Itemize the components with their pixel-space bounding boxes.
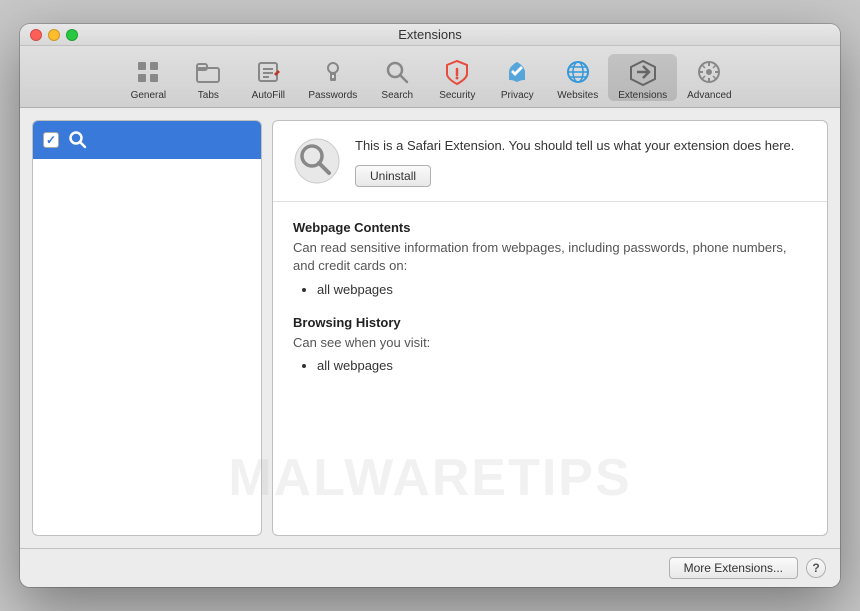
permission-list-item: all webpages (317, 358, 807, 373)
passwords-label: Passwords (308, 90, 357, 101)
extensions-icon (627, 56, 659, 88)
footer-bar: More Extensions... ? (20, 548, 840, 587)
close-button[interactable] (30, 29, 42, 41)
toolbar-item-advanced[interactable]: Advanced (677, 54, 741, 101)
ext-big-icon (293, 137, 341, 185)
advanced-icon (693, 56, 725, 88)
window-title: Extensions (398, 27, 462, 42)
toolbar: General Tabs (20, 46, 840, 108)
more-extensions-button[interactable]: More Extensions... (669, 557, 798, 579)
privacy-label: Privacy (501, 90, 534, 101)
permission-list-item: all webpages (317, 282, 807, 297)
traffic-lights (30, 29, 78, 41)
tabs-label: Tabs (198, 90, 219, 101)
toolbar-icons: General Tabs (118, 54, 741, 101)
search-label: Search (381, 90, 413, 101)
toolbar-item-privacy[interactable]: Privacy (487, 54, 547, 101)
advanced-label: Advanced (687, 90, 731, 101)
permission-list-history: all webpages (293, 358, 807, 373)
passwords-icon (317, 56, 349, 88)
permission-section-webpage: Webpage Contents Can read sensitive info… (293, 220, 807, 296)
minimize-button[interactable] (48, 29, 60, 41)
extensions-label: Extensions (618, 90, 667, 101)
toolbar-item-search[interactable]: Search (367, 54, 427, 101)
toolbar-item-passwords[interactable]: Passwords (298, 54, 367, 101)
toolbar-item-websites[interactable]: Websites (547, 54, 608, 101)
search-icon (381, 56, 413, 88)
websites-icon (562, 56, 594, 88)
websites-label: Websites (557, 90, 598, 101)
main-panel: This is a Safari Extension. You should t… (272, 120, 828, 536)
sidebar-item-search-ext[interactable]: ✓ (33, 121, 261, 159)
security-label: Security (439, 90, 475, 101)
autofill-icon (252, 56, 284, 88)
maximize-button[interactable] (66, 29, 78, 41)
uninstall-button[interactable]: Uninstall (355, 165, 431, 187)
safari-preferences-window: Extensions General (20, 24, 840, 587)
ext-description: This is a Safari Extension. You should t… (355, 137, 807, 155)
tabs-icon (192, 56, 224, 88)
toolbar-item-tabs[interactable]: Tabs (178, 54, 238, 101)
permission-section-history: Browsing History Can see when you visit:… (293, 315, 807, 373)
sidebar-checkbox[interactable]: ✓ (43, 132, 59, 148)
privacy-icon (501, 56, 533, 88)
permission-desc-webpage: Can read sensitive information from webp… (293, 239, 807, 275)
permission-desc-history: Can see when you visit: (293, 334, 807, 352)
security-icon (441, 56, 473, 88)
titlebar: Extensions (20, 24, 840, 46)
autofill-label: AutoFill (252, 90, 285, 101)
general-label: General (131, 90, 167, 101)
ext-permissions: Webpage Contents Can read sensitive info… (273, 202, 827, 535)
toolbar-item-autofill[interactable]: AutoFill (238, 54, 298, 101)
toolbar-item-extensions[interactable]: Extensions (608, 54, 677, 101)
ext-header: This is a Safari Extension. You should t… (273, 121, 827, 202)
toolbar-item-general[interactable]: General (118, 54, 178, 101)
checkmark-icon: ✓ (46, 133, 56, 147)
permission-title-history: Browsing History (293, 315, 807, 330)
general-icon (132, 56, 164, 88)
permission-title-webpage: Webpage Contents (293, 220, 807, 235)
permission-list-webpage: all webpages (293, 282, 807, 297)
sidebar-ext-icon (67, 129, 89, 151)
content-area: MALWARETIPS ✓ (20, 108, 840, 548)
extensions-sidebar: ✓ (32, 120, 262, 536)
ext-info: This is a Safari Extension. You should t… (355, 137, 807, 187)
toolbar-item-security[interactable]: Security (427, 54, 487, 101)
help-button[interactable]: ? (806, 558, 826, 578)
